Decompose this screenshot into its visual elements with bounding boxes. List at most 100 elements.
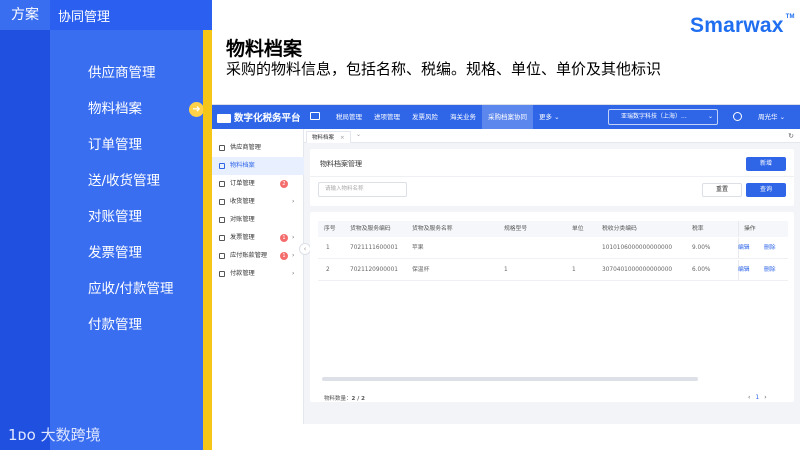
delete-link[interactable]: 删除 [764,260,776,280]
sidebar-item-label: 付款管理 [230,270,255,277]
sidebar-item-label: 收货管理 [230,198,255,205]
sidebar-item-label: 应付账款管理 [230,252,268,259]
total-label: 物料数量： [324,396,352,402]
card-title: 物料档案管理 [320,160,362,168]
app-logo-icon [217,114,231,123]
arrow-right-icon: ➜ [189,102,204,117]
chevron-right-icon: › [292,198,295,205]
chevron-left-icon[interactable]: ‹ [748,394,750,401]
cell-name: 苹果 [412,245,424,251]
delete-link[interactable]: 删除 [764,238,776,258]
reset-button[interactable]: 重置 [702,183,742,197]
add-button[interactable]: 新增 [746,157,786,171]
slide-menu-item-suppliers[interactable]: 供应商管理 [88,60,174,96]
column-header: 税率 [692,226,704,232]
sidebar-item-label: 对账管理 [230,216,255,223]
slide-menu-item-receivables[interactable]: 应收/付款管理 [88,276,174,312]
message-icon[interactable] [733,112,742,121]
slide-menu-item-payments[interactable]: 付款管理 [88,312,174,348]
cell-no: 2 [326,267,330,273]
app-topbar: 数字化税务平台 税局管理 进项管理 发票风险 海关业务 采购档案协同 更多 ⌄ … [212,105,800,129]
page-number[interactable]: 1 [755,394,759,401]
receiving-icon [219,199,225,205]
cell-tax-code: 3070401000000000000 [602,267,673,273]
top-nav-more[interactable]: 更多 ⌄ [533,105,566,129]
edit-link[interactable]: 编辑 [738,260,750,280]
table-card: 序号 货物及服务编码 货物及服务名称 规格型号 单位 税收分类编码 税率 操作 … [310,212,794,402]
cell-code: 7021111600001 [350,245,398,251]
brand-name: Smarwax [690,14,784,37]
total-value: 2 / 2 [351,396,366,402]
monitor-icon[interactable] [310,112,320,120]
refresh-icon[interactable]: ↻ [788,132,794,140]
sidebar-item-receiving[interactable]: 收货管理 › [212,193,304,211]
cell-name: 保温杯 [412,267,430,273]
chevron-right-icon: › [292,270,295,277]
cell-no: 1 [326,245,330,251]
sidebar-item-payables[interactable]: 应付账款管理 1 › [212,247,304,265]
slide-menu-item-reconciliation[interactable]: 对账管理 [88,204,174,240]
query-button[interactable]: 查询 [746,183,786,197]
top-nav-tax-bureau[interactable]: 税局管理 [330,105,368,129]
app-logo: 数字化税务平台 [217,110,301,124]
top-nav-invoice-risk[interactable]: 发票风险 [406,105,444,129]
chevron-down-icon[interactable]: ⌄ [356,131,361,138]
top-nav: 税局管理 进项管理 发票风险 海关业务 采购档案协同 更多 ⌄ [330,105,566,129]
table-row: 1 7021111600001 苹果 1010106000000000000 9… [318,238,788,259]
top-nav-procurement[interactable]: 采购档案协同 [482,105,533,129]
company-select-value: 亚瑞数字科技（上海）... [621,113,687,120]
order-icon [219,181,225,187]
chevron-right-icon: › [292,252,295,259]
edit-link[interactable]: 编辑 [738,238,750,258]
column-header: 操作 [744,226,756,232]
slide-menu-item-delivery[interactable]: 送/收货管理 [88,168,174,204]
material-icon [219,163,225,169]
top-nav-input-tax[interactable]: 进项管理 [368,105,406,129]
cell-tax-code: 1010106000000000000 [602,245,673,251]
brand-logo: Smarwax TM [690,14,795,38]
reconciliation-icon [219,217,225,223]
scheme-tag: 方案 [0,0,50,30]
horizontal-scrollbar[interactable] [322,377,698,381]
app-screenshot: 数字化税务平台 税局管理 进项管理 发票风险 海关业务 采购档案协同 更多 ⌄ … [212,104,800,424]
column-divider [738,221,739,237]
slide-menu-item-invoices[interactable]: 发票管理 [88,240,174,276]
cell-rate: 9.00% [692,245,711,251]
cell-code: 7021120900001 [350,267,398,273]
sidebar-item-suppliers[interactable]: 供应商管理 [212,139,304,157]
chevron-down-icon: ⌄ [707,113,713,120]
sidebar-item-label: 订单管理 [230,180,255,187]
brand-trademark: TM [785,14,795,20]
company-select[interactable]: 亚瑞数字科技（上海）... ⌄ [608,109,718,125]
pagination: ‹ 1 › [748,394,767,401]
sidebar-item-label: 发票管理 [230,234,255,241]
slide-menu: 供应商管理 物料档案 订单管理 送/收货管理 对账管理 发票管理 应收/付款管理… [88,60,174,348]
slide-menu-item-orders[interactable]: 订单管理 [88,132,174,168]
tab-label: 物料档案 [312,135,335,141]
sidebar-item-invoices[interactable]: 发票管理 1 › [212,229,304,247]
sidebar-item-payments[interactable]: 付款管理 › [212,265,304,283]
orders-badge: 2 [280,180,288,188]
search-input[interactable]: 请输入物料名称 [318,182,407,197]
supplier-icon [219,145,225,151]
sidebar-item-label: 物料档案 [230,162,255,169]
tab-bar: 物料档案 × ⌄ ↻ [304,129,800,143]
close-icon[interactable]: × [340,135,345,141]
tab-materials[interactable]: 物料档案 × [306,131,351,143]
sidebar-item-reconciliation[interactable]: 对账管理 [212,211,304,229]
slide-menu-item-materials[interactable]: 物料档案 [88,96,174,132]
payment-icon [219,271,225,277]
slide-subtitle: 采购的物料信息，包括名称、税编。规格、单位、单价及其他标识 [226,60,662,78]
invoices-badge: 1 [280,234,288,242]
chevron-right-icon: › [292,234,295,241]
sidebar-item-orders[interactable]: 订单管理 2 [212,175,304,193]
column-header: 货物及服务名称 [412,226,453,232]
chevron-right-icon[interactable]: › [764,394,766,401]
top-nav-customs[interactable]: 海关业务 [444,105,482,129]
user-menu[interactable]: 周光华 ⌄ [758,105,785,129]
payables-icon [219,253,225,259]
sidebar-item-materials[interactable]: 物料档案 [212,157,304,175]
invoice-icon [219,235,225,241]
app-name: 数字化税务平台 [234,113,301,124]
column-header: 单位 [572,226,584,232]
